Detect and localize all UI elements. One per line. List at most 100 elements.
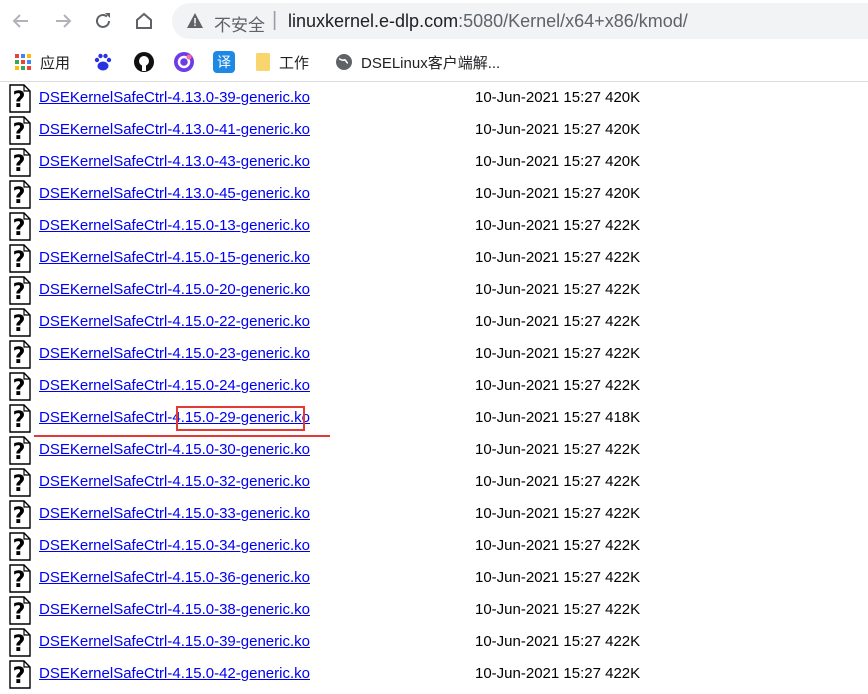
file-link[interactable]: DSEKernelSafeCtrl-4.15.0-36-generic.ko bbox=[39, 569, 310, 586]
address-bar[interactable]: 不安全 | linuxkernel.e-dlp.com:5080/Kernel/… bbox=[172, 3, 868, 39]
bookmark-dselinux[interactable]: DSELinux客户端解... bbox=[335, 50, 500, 74]
file-link[interactable]: DSEKernelSafeCtrl-4.15.0-39-generic.ko bbox=[39, 633, 310, 650]
bookmarks-bar: 应用 译 工作 DSELinux客户端解... bbox=[0, 42, 868, 82]
file-date-size: 10-Jun-2021 15:27 418K bbox=[475, 409, 640, 426]
bookmark-translate[interactable]: 译 bbox=[213, 50, 235, 74]
unknown-file-icon[interactable]: ? bbox=[9, 116, 31, 145]
file-link[interactable]: DSEKernelSafeCtrl-4.15.0-13-generic.ko bbox=[39, 217, 310, 234]
unknown-file-icon[interactable]: ? bbox=[9, 532, 31, 561]
file-link[interactable]: DSEKernelSafeCtrl-4.15.0-32-generic.ko bbox=[39, 473, 310, 490]
svg-text:?: ? bbox=[13, 408, 26, 433]
file-link[interactable]: DSEKernelSafeCtrl-4.15.0-22-generic.ko bbox=[39, 313, 310, 330]
file-link[interactable]: DSEKernelSafeCtrl-4.13.0-39-generic.ko bbox=[39, 89, 310, 106]
url-host: linuxkernel.e-dlp.com bbox=[288, 11, 459, 31]
file-link[interactable]: DSEKernelSafeCtrl-4.15.0-24-generic.ko bbox=[39, 377, 310, 394]
not-secure-label[interactable]: 不安全 bbox=[214, 11, 265, 36]
unknown-file-icon[interactable]: ? bbox=[9, 308, 31, 337]
file-link[interactable]: DSEKernelSafeCtrl-4.13.0-41-generic.ko bbox=[39, 121, 310, 138]
file-size: 422K bbox=[605, 601, 641, 618]
file-date-size: 10-Jun-2021 15:27 422K bbox=[475, 377, 640, 394]
file-size: 422K bbox=[605, 473, 641, 490]
unknown-file-icon[interactable]: ? bbox=[9, 180, 31, 209]
back-arrow-icon bbox=[12, 14, 28, 28]
file-link[interactable]: DSEKernelSafeCtrl-4.15.0-23-generic.ko bbox=[39, 345, 310, 362]
bookmark-apps[interactable]: 应用 bbox=[14, 50, 70, 74]
file-date-size: 10-Jun-2021 15:27 422K bbox=[475, 601, 640, 618]
highlight-box bbox=[176, 406, 305, 431]
unknown-file-icon[interactable]: ? bbox=[9, 212, 31, 241]
file-link[interactable]: DSEKernelSafeCtrl-4.15.0-33-generic.ko bbox=[39, 505, 310, 522]
bookmark-label: DSELinux客户端解... bbox=[361, 54, 501, 72]
globe-icon bbox=[336, 54, 352, 70]
unknown-file-icon[interactable]: ? bbox=[9, 436, 31, 465]
bookmark-folder-work[interactable]: 工作 bbox=[255, 50, 309, 74]
unknown-file-icon[interactable]: ? bbox=[9, 404, 31, 433]
file-date-size: 10-Jun-2021 15:27 420K bbox=[475, 153, 640, 170]
file-date: 10-Jun-2021 15:27 bbox=[475, 217, 601, 234]
address-separator: | bbox=[272, 9, 278, 31]
unknown-file-icon[interactable]: ? bbox=[9, 84, 31, 113]
unknown-file-icon[interactable]: ? bbox=[9, 564, 31, 593]
file-date: 10-Jun-2021 15:27 bbox=[475, 409, 601, 426]
file-link[interactable]: DSEKernelSafeCtrl-4.15.0-38-generic.ko bbox=[39, 601, 310, 618]
file-date: 10-Jun-2021 15:27 bbox=[475, 345, 601, 362]
file-size: 422K bbox=[605, 537, 641, 554]
github-icon bbox=[134, 52, 154, 72]
file-link[interactable]: DSEKernelSafeCtrl-4.15.0-42-generic.ko bbox=[39, 665, 310, 682]
file-date: 10-Jun-2021 15:27 bbox=[475, 377, 601, 394]
file-date-size: 10-Jun-2021 15:27 420K bbox=[475, 185, 640, 202]
folder-icon bbox=[256, 53, 270, 71]
unknown-file-icon[interactable]: ? bbox=[9, 148, 31, 177]
unknown-file-icon[interactable]: ? bbox=[9, 340, 31, 369]
file-size: 420K bbox=[605, 121, 641, 138]
unknown-file-icon[interactable]: ? bbox=[9, 244, 31, 273]
file-size: 422K bbox=[605, 441, 641, 458]
file-date: 10-Jun-2021 15:27 bbox=[475, 441, 601, 458]
svg-text:?: ? bbox=[13, 216, 26, 241]
file-link[interactable]: DSEKernelSafeCtrl-4.15.0-15-generic.ko bbox=[39, 249, 310, 266]
forward-arrow-icon bbox=[56, 14, 72, 28]
file-link[interactable]: DSEKernelSafeCtrl-4.15.0-34-generic.ko bbox=[39, 537, 310, 554]
browser-toolbar: 不安全 | linuxkernel.e-dlp.com:5080/Kernel/… bbox=[0, 0, 868, 42]
unknown-file-icon[interactable]: ? bbox=[9, 468, 31, 497]
unknown-file-icon[interactable]: ? bbox=[9, 500, 31, 529]
file-row: ? DSEKernelSafeCtrl-4.15.0-34-generic.ko 1… bbox=[0, 530, 868, 562]
file-link[interactable]: DSEKernelSafeCtrl-4.13.0-45-generic.ko bbox=[39, 185, 310, 202]
svg-text:?: ? bbox=[13, 440, 26, 465]
file-link[interactable]: DSEKernelSafeCtrl-4.15.0-30-generic.ko bbox=[39, 441, 310, 458]
svg-text:?: ? bbox=[13, 632, 26, 657]
unknown-file-icon[interactable]: ? bbox=[9, 628, 31, 657]
svg-text:?: ? bbox=[13, 120, 26, 145]
file-date: 10-Jun-2021 15:27 bbox=[475, 281, 601, 298]
home-button[interactable] bbox=[128, 5, 160, 37]
file-row: ? DSEKernelSafeCtrl-4.15.0-32-generic.ko 1… bbox=[0, 466, 868, 498]
file-date-size: 10-Jun-2021 15:27 422K bbox=[475, 665, 640, 682]
file-row: ? DSEKernelSafeCtrl-4.13.0-45-generic.ko 1… bbox=[0, 178, 868, 210]
svg-text:译: 译 bbox=[217, 55, 231, 71]
bookmark-purple-app[interactable] bbox=[173, 50, 195, 74]
unknown-file-icon[interactable]: ? bbox=[9, 372, 31, 401]
back-button[interactable] bbox=[5, 5, 37, 37]
file-row: ? DSEKernelSafeCtrl-4.15.0-29-generic.ko 1… bbox=[0, 402, 868, 434]
bookmark-github[interactable] bbox=[133, 50, 155, 74]
file-link[interactable]: DSEKernelSafeCtrl-4.15.0-20-generic.ko bbox=[39, 281, 310, 298]
file-row: ? DSEKernelSafeCtrl-4.15.0-20-generic.ko 1… bbox=[0, 274, 868, 306]
url-text[interactable]: linuxkernel.e-dlp.com:5080/Kernel/x64+x8… bbox=[288, 11, 688, 32]
file-link[interactable]: DSEKernelSafeCtrl-4.13.0-43-generic.ko bbox=[39, 153, 310, 170]
svg-text:?: ? bbox=[13, 568, 26, 593]
reload-button[interactable] bbox=[87, 5, 119, 37]
file-size: 420K bbox=[605, 153, 641, 170]
file-date: 10-Jun-2021 15:27 bbox=[475, 537, 601, 554]
file-date: 10-Jun-2021 15:27 bbox=[475, 601, 601, 618]
reload-icon bbox=[96, 13, 110, 28]
bookmark-baidu[interactable] bbox=[93, 50, 113, 74]
file-row: ? DSEKernelSafeCtrl-4.13.0-39-generic.ko 1… bbox=[0, 82, 868, 114]
translate-icon: 译 bbox=[213, 51, 235, 73]
unknown-file-icon[interactable]: ? bbox=[9, 660, 31, 689]
forward-button[interactable] bbox=[47, 5, 79, 37]
unknown-file-icon[interactable]: ? bbox=[9, 276, 31, 305]
file-date: 10-Jun-2021 15:27 bbox=[475, 473, 601, 490]
unknown-file-icon[interactable]: ? bbox=[9, 596, 31, 625]
svg-text:?: ? bbox=[13, 152, 26, 177]
svg-text:?: ? bbox=[13, 664, 26, 689]
